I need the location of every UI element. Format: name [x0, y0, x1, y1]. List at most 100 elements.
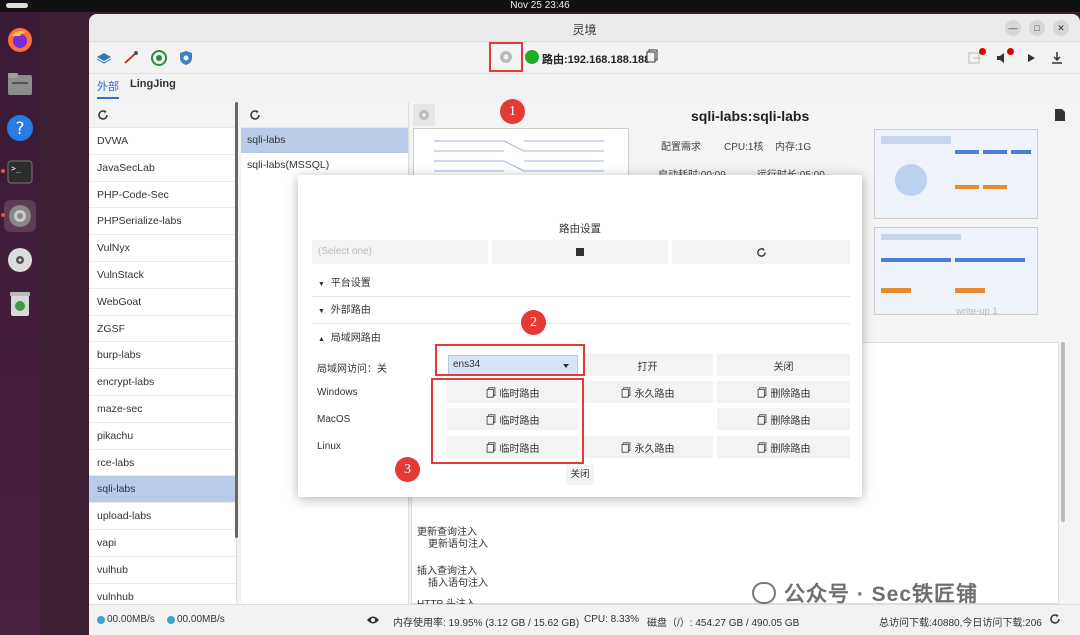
open-lan-button[interactable]: 打开: [582, 354, 713, 376]
shield-icon[interactable]: [178, 50, 194, 66]
screenshot-thumbnail[interactable]: [874, 227, 1038, 315]
windows-delete-route-button[interactable]: 删除路由: [717, 381, 850, 403]
cpu-usage: CPU: 8.33%: [584, 614, 640, 625]
network-select[interactable]: (Select one): [312, 240, 488, 264]
target-icon[interactable]: [151, 50, 167, 66]
copy-icon[interactable]: [646, 49, 658, 63]
download-speed-icon: [167, 616, 175, 624]
annotation-badge-3: 3: [395, 457, 420, 482]
close-icon[interactable]: ✕: [1053, 20, 1069, 36]
category-item[interactable]: VulnStack: [89, 262, 236, 289]
linux-perm-route-button[interactable]: 永久路由: [582, 436, 713, 458]
section-platform-settings[interactable]: ▼ 平台设置: [312, 271, 850, 297]
category-item[interactable]: vapi: [89, 530, 236, 557]
copy-icon: [757, 441, 766, 453]
system-clock[interactable]: Nov 25 23:46: [0, 0, 1080, 11]
section-label: 外部路由: [330, 305, 371, 316]
tab-lingjing[interactable]: LingJing: [130, 78, 176, 90]
connection-status-indicator: [525, 50, 539, 64]
category-item[interactable]: upload-labs: [89, 503, 236, 530]
os-label-linux: Linux: [317, 441, 341, 452]
tab-external[interactable]: 外部: [97, 78, 119, 99]
close-lan-button[interactable]: 关闭: [717, 354, 850, 376]
button-label: 删除路由: [770, 415, 811, 427]
annotation-box-temp-routes: [431, 378, 584, 464]
lab-item-sqli-labs[interactable]: sqli-labs: [241, 128, 408, 153]
category-item[interactable]: burp-labs: [89, 342, 236, 370]
windows-perm-route-button[interactable]: 永久路由: [582, 381, 713, 403]
notification-dot: [1007, 48, 1014, 55]
refresh-categories-button[interactable]: [89, 102, 236, 128]
writeup-button[interactable]: write-up 1: [956, 306, 998, 317]
category-item[interactable]: PHP-Code-Sec: [89, 182, 236, 209]
detail-settings-button[interactable]: [413, 104, 435, 126]
linux-delete-route-button[interactable]: 删除路由: [717, 436, 850, 458]
svg-text:?: ?: [15, 119, 24, 139]
download-speed: 00.00MB/s: [177, 614, 225, 625]
download-icon[interactable]: [1049, 50, 1065, 66]
settings-icon[interactable]: [1, 200, 36, 232]
refresh-icon[interactable]: [1049, 613, 1061, 625]
category-item[interactable]: WebGoat: [89, 289, 236, 316]
copy-icon: [621, 386, 630, 398]
category-item[interactable]: pikachu: [89, 423, 236, 450]
firefox-icon[interactable]: [4, 24, 36, 56]
chevron-down-icon: ▼: [318, 281, 325, 288]
category-item[interactable]: DVWA: [89, 128, 236, 155]
category-item[interactable]: VulNyx: [89, 235, 236, 262]
category-item[interactable]: encrypt-labs: [89, 369, 236, 396]
system-top-bar: Nov 25 23:46: [0, 0, 1080, 12]
play-icon[interactable]: [1023, 50, 1039, 66]
button-label: 删除路由: [770, 443, 811, 455]
category-item[interactable]: maze-sec: [89, 396, 236, 423]
route-address: 路由:192.168.188.188: [542, 54, 651, 66]
files-icon[interactable]: [4, 68, 36, 100]
memory-usage: 内存使用率: 19.95% (3.12 GB / 15.62 GB): [393, 618, 580, 629]
chevron-up-icon: ▲: [318, 336, 325, 343]
category-tabs: 外部 LingJing: [89, 74, 1080, 99]
section-label: 局域网路由: [330, 333, 381, 344]
category-item[interactable]: rce-labs: [89, 450, 236, 477]
maximize-icon[interactable]: □: [1029, 20, 1045, 36]
category-item[interactable]: PHPSerialize-labs: [89, 208, 236, 236]
help-icon[interactable]: ?: [4, 112, 36, 144]
category-item[interactable]: sqli-labs: [89, 476, 236, 504]
annotation-badge-1: 1: [500, 99, 525, 124]
dialog-close-button[interactable]: 关闭: [566, 465, 594, 485]
section-external-route[interactable]: ▼ 外部路由: [312, 298, 850, 324]
screenshot-thumbnail[interactable]: [874, 129, 1038, 219]
terminal-icon[interactable]: >_: [1, 156, 36, 188]
minimize-icon[interactable]: —: [1005, 20, 1021, 36]
layers-icon[interactable]: [96, 50, 112, 66]
disk-usage: 磁盘（/）: 454.27 GB / 490.05 GB: [647, 618, 800, 629]
window-title: 灵境: [572, 23, 597, 37]
category-item[interactable]: vulhub: [89, 557, 236, 584]
disc-icon[interactable]: [4, 244, 36, 276]
document-icon[interactable]: [1054, 108, 1066, 125]
route-settings-button[interactable]: [489, 42, 523, 72]
macos-delete-route-button[interactable]: 删除路由: [717, 408, 850, 430]
category-item[interactable]: ZGSF: [89, 316, 236, 343]
eye-icon[interactable]: [366, 615, 380, 625]
button-label: 永久路由: [634, 388, 675, 400]
os-label-macos: MacOS: [317, 414, 351, 425]
stop-icon: [576, 248, 584, 256]
copy-icon: [621, 441, 630, 453]
refresh-icon: [98, 109, 108, 120]
svg-text:>_: >_: [11, 164, 21, 173]
trash-icon[interactable]: [4, 288, 36, 320]
tool-icon[interactable]: [123, 50, 139, 66]
description-line: 插入语句注入: [428, 578, 488, 589]
button-label: 永久路由: [634, 443, 675, 455]
cpu-requirement: CPU:1核: [724, 142, 764, 153]
description-scrollbar[interactable]: [1061, 342, 1065, 522]
stop-button[interactable]: [492, 240, 668, 264]
refresh-labs-button[interactable]: [241, 102, 408, 128]
refresh-routes-button[interactable]: [672, 240, 850, 264]
category-item[interactable]: vulnhub: [89, 584, 236, 604]
category-list-scrollbar[interactable]: [235, 102, 238, 538]
category-item[interactable]: JavaSecLab: [89, 155, 236, 182]
config-label: 配置需求: [661, 142, 701, 153]
upload-speed: 00.00MB/s: [107, 614, 155, 625]
notification-dot: [979, 48, 986, 55]
